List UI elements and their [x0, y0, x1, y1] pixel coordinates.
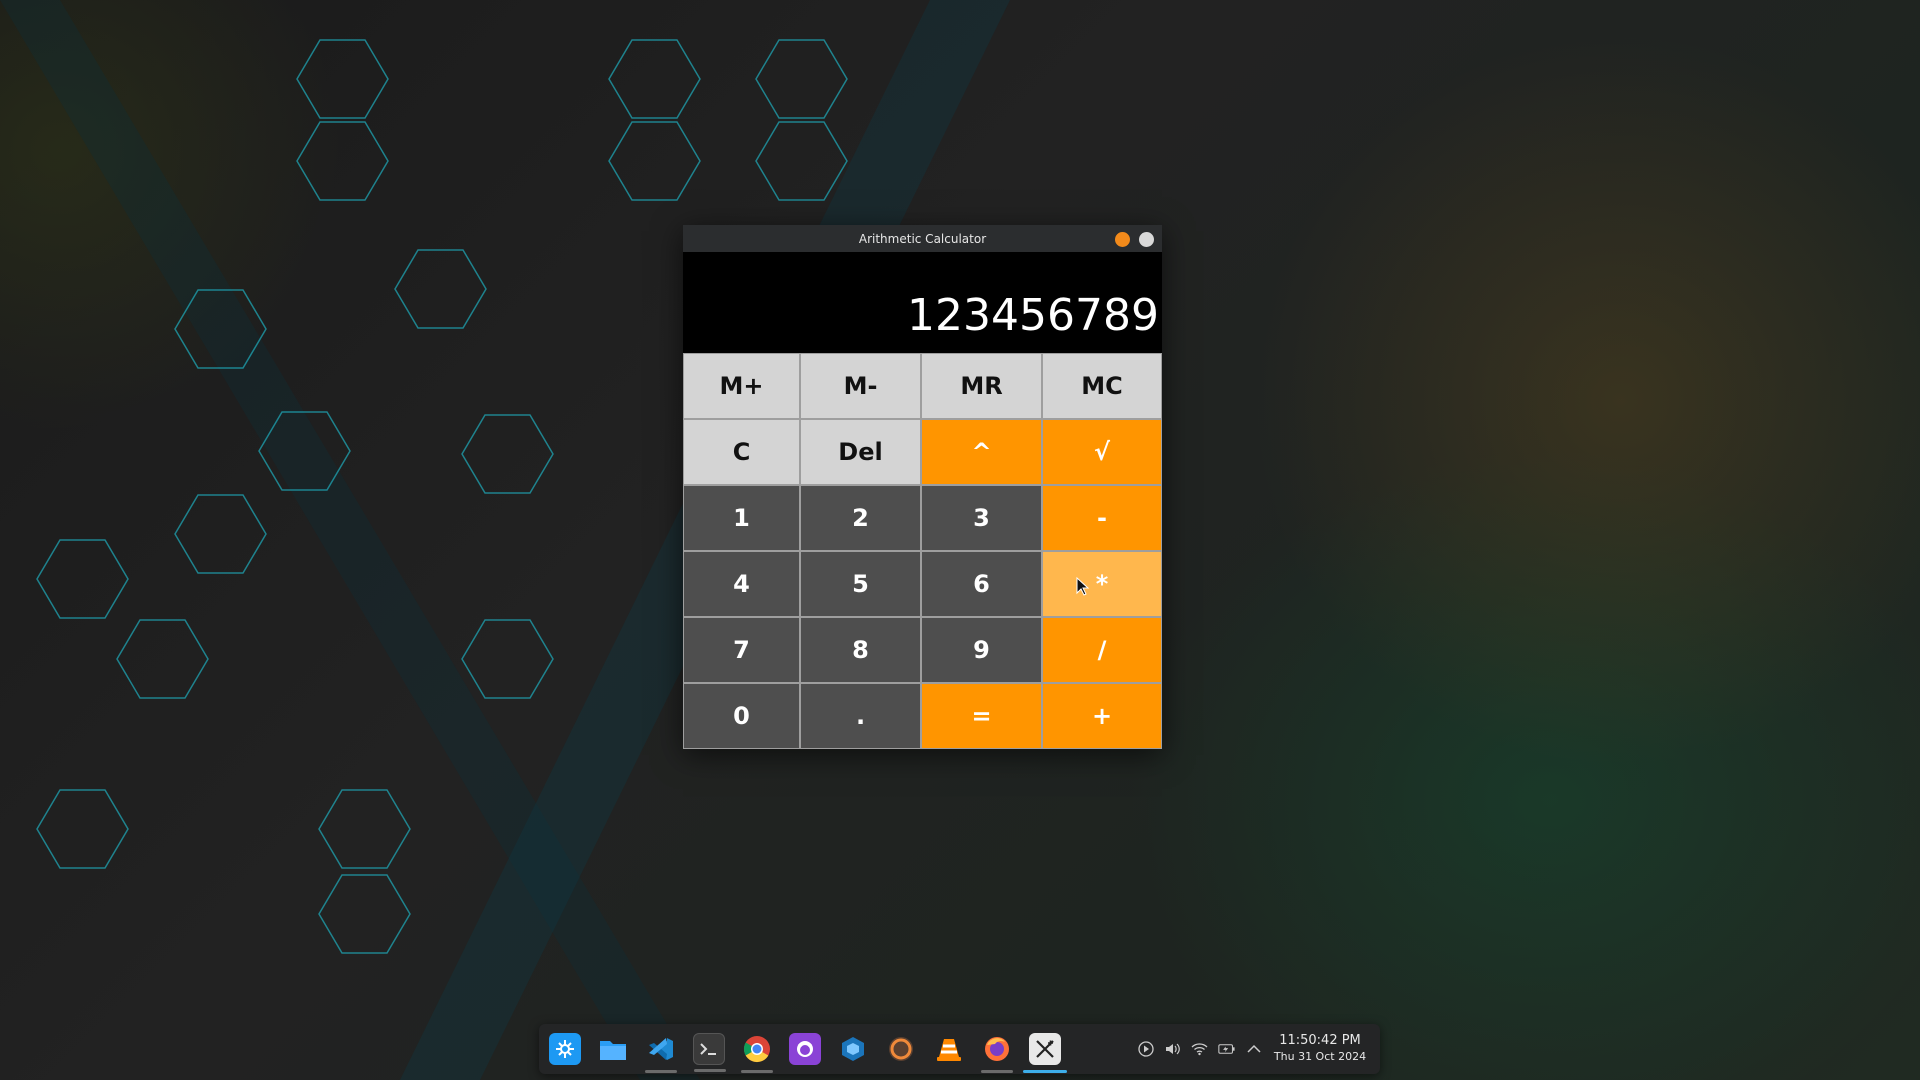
digit-9-button[interactable]: 9 — [921, 617, 1042, 683]
digit-0-button[interactable]: 0 — [683, 683, 800, 749]
add-button[interactable]: + — [1042, 683, 1162, 749]
volume-icon[interactable] — [1164, 1041, 1181, 1058]
calculator-app-icon[interactable] — [1023, 1033, 1067, 1073]
virtualbox-icon[interactable] — [837, 1033, 869, 1065]
wifi-icon[interactable] — [1191, 1041, 1208, 1058]
github-desktop-icon[interactable] — [789, 1033, 821, 1065]
decimal-button[interactable]: . — [800, 683, 921, 749]
memory-subtract-button[interactable]: M- — [800, 353, 921, 419]
sublime-icon[interactable] — [885, 1033, 917, 1065]
display-value: 123456789 — [907, 289, 1159, 341]
memory-recall-button[interactable]: MR — [921, 353, 1042, 419]
running-indicator — [981, 1070, 1013, 1073]
running-indicator — [741, 1070, 773, 1073]
window-title: Arithmetic Calculator — [858, 231, 987, 246]
subtract-button[interactable]: - — [1042, 485, 1162, 551]
memory-clear-button[interactable]: MC — [1042, 353, 1162, 419]
system-tray — [1137, 1039, 1262, 1059]
window-titlebar[interactable]: Arithmetic Calculator — [683, 225, 1162, 252]
clock-time: 11:50:42 PM — [1279, 1033, 1361, 1048]
digit-5-button[interactable]: 5 — [800, 551, 921, 617]
digit-1-button[interactable]: 1 — [683, 485, 800, 551]
digit-3-button[interactable]: 3 — [921, 485, 1042, 551]
equals-button[interactable]: = — [921, 683, 1042, 749]
files-icon[interactable] — [597, 1033, 629, 1065]
media-play-icon[interactable] — [1137, 1041, 1154, 1058]
digit-8-button[interactable]: 8 — [800, 617, 921, 683]
active-indicator — [1023, 1070, 1067, 1073]
minimize-button[interactable] — [1115, 232, 1130, 247]
kde-launcher-icon[interactable] — [549, 1033, 581, 1065]
vlc-icon[interactable] — [933, 1033, 965, 1065]
digit-4-button[interactable]: 4 — [683, 551, 800, 617]
digit-7-button[interactable]: 7 — [683, 617, 800, 683]
keypad: M+ M- MR MC C Del ^ √ 1 2 3 - 4 5 6 * 7 … — [683, 353, 1162, 749]
running-indicator — [645, 1070, 677, 1073]
tray-expand-icon[interactable] — [1245, 1041, 1262, 1058]
desktop: Arithmetic Calculator 123456789 M+ M- MR… — [0, 0, 1920, 1080]
taskbar: 11:50:42 PM Thu 31 Oct 2024 — [539, 1024, 1380, 1074]
delete-button[interactable]: Del — [800, 419, 921, 485]
digit-2-button[interactable]: 2 — [800, 485, 921, 551]
divide-button[interactable]: / — [1042, 617, 1162, 683]
firefox-icon[interactable] — [981, 1033, 1013, 1073]
vscode-icon[interactable] — [645, 1033, 677, 1073]
digital-clock[interactable]: 11:50:42 PM Thu 31 Oct 2024 — [1265, 1033, 1375, 1064]
memory-add-button[interactable]: M+ — [683, 353, 800, 419]
taskbar-apps — [549, 1033, 1067, 1073]
clear-button[interactable]: C — [683, 419, 800, 485]
clock-date: Thu 31 Oct 2024 — [1273, 1050, 1367, 1063]
close-button[interactable] — [1139, 232, 1154, 247]
sqrt-button[interactable]: √ — [1042, 419, 1162, 485]
battery-icon[interactable] — [1218, 1041, 1235, 1058]
digit-6-button[interactable]: 6 — [921, 551, 1042, 617]
running-indicator — [694, 1069, 726, 1072]
multiply-button[interactable]: * — [1042, 551, 1162, 617]
chrome-icon[interactable] — [741, 1033, 773, 1073]
mouse-cursor-icon — [1076, 577, 1090, 596]
calculator-window: Arithmetic Calculator 123456789 M+ M- MR… — [683, 225, 1162, 749]
terminal-icon[interactable] — [693, 1033, 726, 1072]
power-button[interactable]: ^ — [921, 419, 1042, 485]
